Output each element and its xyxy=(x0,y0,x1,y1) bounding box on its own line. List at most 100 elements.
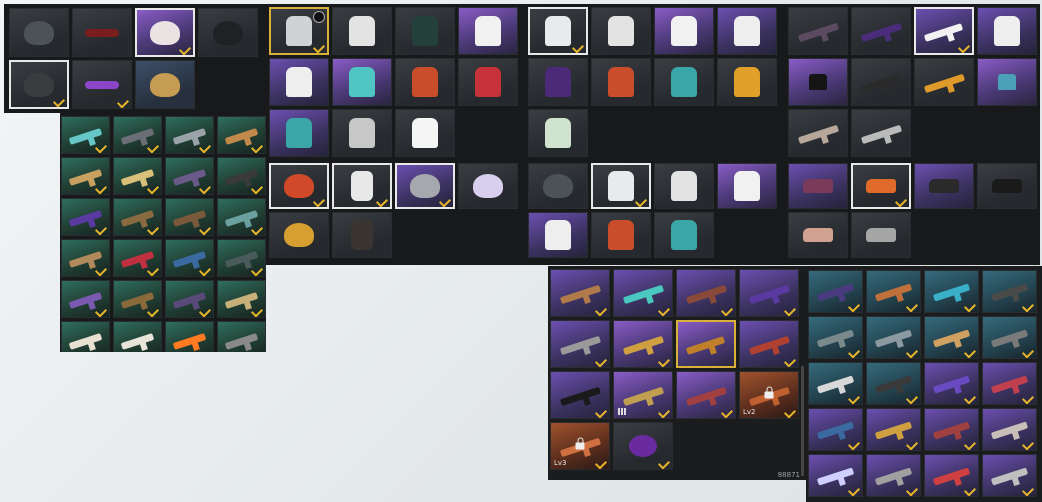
rifles-left-item-0[interactable] xyxy=(550,269,610,317)
rifles-left-item-3[interactable] xyxy=(739,269,799,317)
outfits-item-8[interactable] xyxy=(528,109,588,157)
outfits-item-4[interactable] xyxy=(528,58,588,106)
rifles-right-item-12[interactable] xyxy=(808,408,863,451)
outfits-item-5[interactable] xyxy=(591,58,651,106)
pants-item-9[interactable] xyxy=(851,109,911,157)
pants-item-5[interactable] xyxy=(851,58,911,106)
rifles-left-item-8[interactable] xyxy=(550,371,610,419)
headwear-item-6[interactable] xyxy=(135,60,195,109)
melee-guns-item-9[interactable] xyxy=(113,198,162,236)
melee-guns-item-12[interactable] xyxy=(61,239,110,277)
outfits-item-6[interactable] xyxy=(654,58,714,106)
melee-guns-item-8[interactable] xyxy=(61,198,110,236)
helmets-bags-item-5[interactable] xyxy=(332,212,392,258)
sets-item-0[interactable] xyxy=(528,163,588,209)
melee-guns-item-16[interactable] xyxy=(61,280,110,318)
helmets-bags-item-3[interactable] xyxy=(458,163,518,209)
outfits-item-0[interactable] xyxy=(528,7,588,55)
headwear-item-2[interactable] xyxy=(135,8,195,57)
melee-guns-item-5[interactable] xyxy=(113,157,162,195)
helmets-bags-item-4[interactable] xyxy=(269,212,329,258)
rifles-right-item-1[interactable] xyxy=(866,270,921,313)
melee-guns-item-14[interactable] xyxy=(165,239,214,277)
shoes-item-1[interactable] xyxy=(851,163,911,209)
rifles-right-item-3[interactable] xyxy=(982,270,1037,313)
jackets-item-3[interactable] xyxy=(458,7,518,55)
shoes-item-0[interactable] xyxy=(788,163,848,209)
rifles-left-item-11[interactable]: Lv2 xyxy=(739,371,799,419)
rifles-right-item-14[interactable] xyxy=(924,408,979,451)
jackets-item-8[interactable] xyxy=(269,109,329,157)
shoes-item-5[interactable] xyxy=(851,212,911,258)
rifles-right-item-5[interactable] xyxy=(866,316,921,359)
rifles-left-item-9[interactable] xyxy=(613,371,673,419)
headwear-item-4[interactable] xyxy=(9,60,69,109)
rifles-right-item-17[interactable] xyxy=(866,454,921,497)
jackets-item-9[interactable] xyxy=(332,109,392,157)
rifles-right-item-4[interactable] xyxy=(808,316,863,359)
rifles-left-item-1[interactable] xyxy=(613,269,673,317)
sets-item-5[interactable] xyxy=(591,212,651,258)
rifles-right-item-13[interactable] xyxy=(866,408,921,451)
melee-guns-item-13[interactable] xyxy=(113,239,162,277)
helmets-bags-item-0[interactable] xyxy=(269,163,329,209)
melee-guns-item-15[interactable] xyxy=(217,239,266,277)
melee-guns-item-3[interactable] xyxy=(217,116,266,154)
rifles-left-item-12[interactable]: Lv3 xyxy=(550,422,610,470)
rifles-right-item-16[interactable] xyxy=(808,454,863,497)
melee-guns-item-19[interactable] xyxy=(217,280,266,318)
headwear-item-3[interactable] xyxy=(198,8,258,57)
pants-item-0[interactable] xyxy=(788,7,848,55)
rifles-right-item-9[interactable] xyxy=(866,362,921,405)
headwear-item-1[interactable] xyxy=(72,8,132,57)
jackets-item-5[interactable] xyxy=(332,58,392,106)
pants-item-2[interactable] xyxy=(914,7,974,55)
sets-item-4[interactable] xyxy=(528,212,588,258)
melee-guns-item-11[interactable] xyxy=(217,198,266,236)
rifles-left-item-13[interactable] xyxy=(613,422,673,470)
melee-guns-item-2[interactable] xyxy=(165,116,214,154)
scrollbar[interactable] xyxy=(801,366,804,476)
outfits-item-3[interactable] xyxy=(717,7,777,55)
melee-guns-item-21[interactable] xyxy=(113,321,162,352)
melee-guns-item-4[interactable] xyxy=(61,157,110,195)
outfits-item-7[interactable] xyxy=(717,58,777,106)
headwear-item-0[interactable] xyxy=(9,8,69,57)
rifles-right-item-2[interactable] xyxy=(924,270,979,313)
rifles-right-item-7[interactable] xyxy=(982,316,1037,359)
rifles-right-item-0[interactable] xyxy=(808,270,863,313)
rifles-right-item-11[interactable] xyxy=(982,362,1037,405)
sets-item-3[interactable] xyxy=(717,163,777,209)
sets-item-2[interactable] xyxy=(654,163,714,209)
shoes-item-4[interactable] xyxy=(788,212,848,258)
pants-item-3[interactable] xyxy=(977,7,1037,55)
shoes-item-3[interactable] xyxy=(977,163,1037,209)
melee-guns-item-0[interactable] xyxy=(61,116,110,154)
helmets-bags-item-1[interactable] xyxy=(332,163,392,209)
rifles-left-item-2[interactable] xyxy=(676,269,736,317)
pants-item-4[interactable] xyxy=(788,58,848,106)
rifles-right-item-6[interactable] xyxy=(924,316,979,359)
jackets-item-4[interactable] xyxy=(269,58,329,106)
melee-guns-item-7[interactable] xyxy=(217,157,266,195)
rifles-left-item-6[interactable] xyxy=(676,320,736,368)
melee-guns-item-23[interactable] xyxy=(217,321,266,352)
jackets-item-6[interactable] xyxy=(395,58,455,106)
rifles-left-item-7[interactable] xyxy=(739,320,799,368)
headwear-item-5[interactable] xyxy=(72,60,132,109)
shoes-item-2[interactable] xyxy=(914,163,974,209)
pants-item-7[interactable] xyxy=(977,58,1037,106)
melee-guns-item-20[interactable] xyxy=(61,321,110,352)
jackets-item-1[interactable] xyxy=(332,7,392,55)
sets-item-1[interactable] xyxy=(591,163,651,209)
sets-item-6[interactable] xyxy=(654,212,714,258)
rifles-left-item-10[interactable] xyxy=(676,371,736,419)
rifles-right-item-15[interactable] xyxy=(982,408,1037,451)
melee-guns-item-6[interactable] xyxy=(165,157,214,195)
jackets-item-0[interactable] xyxy=(269,7,329,55)
jackets-item-2[interactable] xyxy=(395,7,455,55)
pants-item-6[interactable] xyxy=(914,58,974,106)
jackets-item-10[interactable] xyxy=(395,109,455,157)
rifles-right-item-18[interactable] xyxy=(924,454,979,497)
outfits-item-2[interactable] xyxy=(654,7,714,55)
